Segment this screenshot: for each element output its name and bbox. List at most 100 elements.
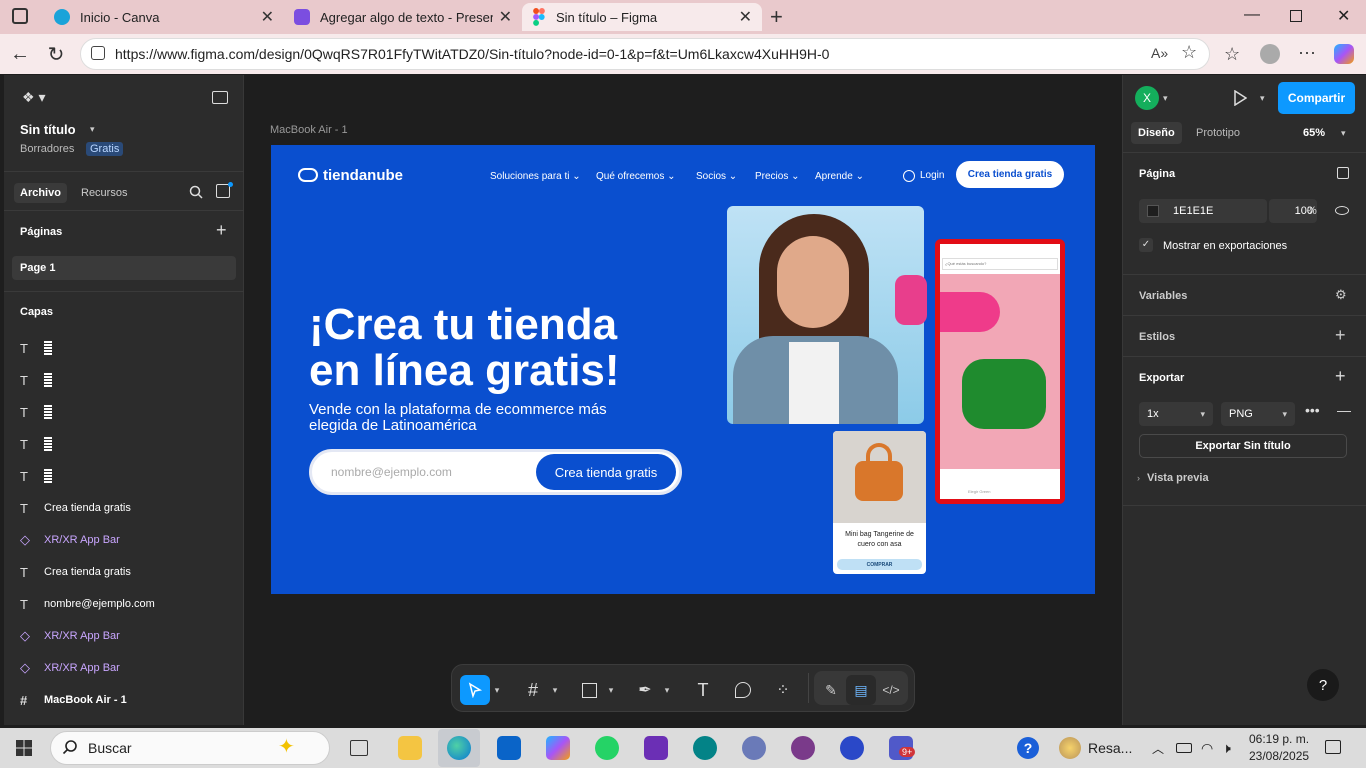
close-tab-icon[interactable]: ✕ [499,7,512,27]
layer-item[interactable]: T Crea tienda gratis [4,556,244,588]
nav-item[interactable]: Soluciones para ti ⌄ [490,171,581,182]
pen-chevron-icon[interactable]: ▾ [660,675,674,705]
avatar-chevron-icon[interactable]: ▾ [1163,93,1168,104]
copilot-icon[interactable] [1334,44,1354,64]
close-window-button[interactable]: ✕ [1337,6,1350,26]
present-icon[interactable] [1233,90,1247,106]
crest-app-icon[interactable] [791,736,815,760]
form-cta-button[interactable]: Crea tienda gratis [536,454,676,490]
favorites-icon[interactable]: ☆ [1224,44,1240,65]
actions-icon[interactable]: ⁘ [768,675,798,705]
share-button[interactable]: Compartir [1278,82,1355,114]
zoom-level[interactable]: 65% [1303,127,1325,139]
help-button[interactable]: ? [1307,669,1339,701]
toggle-sidebar-icon[interactable] [212,91,228,104]
close-tab-icon[interactable]: ✕ [261,7,274,27]
edge-browser-icon[interactable] [447,736,471,760]
task-view-icon[interactable] [350,740,368,756]
file-name[interactable]: Sin título [20,122,76,137]
move-icon[interactable] [460,675,490,705]
browser-tab-presentation[interactable]: Agregar algo de texto - Presentac ✕ [284,3,522,31]
product-buy-button[interactable]: COMPRAR [837,559,922,570]
export-button[interactable]: Exportar Sin título [1139,434,1347,458]
code-icon[interactable]: </> [876,675,906,705]
bg-color-field[interactable]: 1E1E1E [1139,199,1267,223]
address-bar[interactable]: https://www.figma.com/design/0QwqRS7R01F… [80,38,1210,70]
new-tab-button[interactable]: + [770,4,783,30]
add-page-icon[interactable]: + [216,220,227,241]
move-chevron-icon[interactable]: ▾ [490,675,504,705]
export-options-icon[interactable]: ••• [1305,402,1320,418]
nav-item[interactable]: Socios ⌄ [696,171,737,182]
read-aloud-icon[interactable]: A» [1151,45,1168,61]
nav-login[interactable]: Login [920,170,944,181]
weather-label[interactable]: Resa... [1088,740,1132,756]
tab-resources[interactable]: Recursos [81,187,127,199]
visibility-eye-icon[interactable] [1335,206,1349,215]
comment-icon[interactable] [728,675,758,705]
copilot-app-icon[interactable] [546,736,570,760]
top-cta-button[interactable]: Crea tienda gratis [956,161,1064,188]
frame-chevron-icon[interactable]: ▾ [548,675,562,705]
text-tool-icon[interactable]: T [688,675,718,705]
whatsapp-icon[interactable] [595,736,619,760]
add-style-icon[interactable]: + [1335,325,1346,346]
layer-item[interactable]: T [4,396,244,428]
maximize-button[interactable] [1290,10,1302,22]
close-tab-icon[interactable]: ✕ [739,7,752,27]
nav-item[interactable]: Precios ⌄ [755,171,800,182]
rectangle-icon[interactable] [574,675,604,705]
browser-menu-icon[interactable]: ··· [1298,42,1316,63]
search-icon[interactable] [189,185,203,199]
back-button[interactable]: ← [6,40,34,68]
tab-actions-icon[interactable] [12,8,28,24]
minimize-button[interactable]: — [1244,6,1260,24]
pen-icon[interactable]: ✒ [630,675,660,705]
volume-icon[interactable]: 🕨 [1222,740,1231,757]
clock-date[interactable]: 23/08/2025 [1249,749,1309,763]
file-name-chevron-icon[interactable]: ▾ [90,124,95,135]
tab-design[interactable]: Diseño [1131,122,1182,144]
favorite-star-icon[interactable]: ☆ [1181,42,1197,63]
browser-tab-figma[interactable]: Sin título – Figma ✕ [522,3,762,31]
remove-export-icon[interactable]: — [1337,402,1351,418]
layer-item[interactable]: ◇ XR/XR App Bar [4,652,244,684]
battery-icon[interactable] [1176,743,1192,753]
layer-item[interactable]: # MacBook Air - 1 [4,684,244,716]
frame-label[interactable]: MacBook Air - 1 [270,124,348,136]
tab-file[interactable]: Archivo [14,183,67,203]
sketch-app-icon[interactable] [840,736,864,760]
windows-start-icon[interactable] [16,740,32,756]
nav-item[interactable]: Qué ofrecemos ⌄ [596,171,676,182]
browser-tab-canva[interactable]: Inicio - Canva ✕ [44,3,284,31]
layer-item[interactable]: T [4,428,244,460]
outlook-icon[interactable] [497,736,521,760]
layer-item[interactable]: ◇ XR/XR App Bar [4,620,244,652]
user-avatar[interactable]: X [1135,86,1159,110]
shield-app-icon[interactable] [644,736,668,760]
present-chevron-icon[interactable]: ▾ [1260,93,1265,104]
add-export-icon[interactable]: + [1335,366,1346,387]
profile-avatar[interactable] [1260,44,1280,64]
page-settings-icon[interactable] [1337,167,1349,179]
macbook-frame[interactable]: tiendanube Login Crea tienda gratis ¡Cre… [271,145,1095,594]
layer-item[interactable]: T [4,364,244,396]
draw-icon[interactable]: ✎ [816,675,846,705]
weather-icon[interactable] [1059,737,1081,759]
file-explorer-icon[interactable] [398,736,422,760]
layer-item[interactable]: Tnombre@ejemplo.com [4,588,244,620]
sharepoint-icon[interactable] [693,736,717,760]
wifi-icon[interactable]: ◠ [1201,740,1213,757]
preview-chevron-icon[interactable]: › [1137,473,1140,483]
layer-item[interactable]: T [4,332,244,364]
nav-item[interactable]: Aprende ⌄ [815,171,864,182]
frame-tool-icon[interactable]: # [518,675,548,705]
tray-chevron-icon[interactable]: ︿ [1152,740,1164,757]
export-scale-select[interactable]: 1x ▾ [1139,402,1213,426]
drafts-link[interactable]: Borradores [20,143,74,155]
email-input[interactable]: nombre@ejemplo.com [331,465,452,479]
layer-item[interactable]: T [4,460,244,492]
figma-menu-icon[interactable]: ❖ ▾ [22,89,45,106]
tab-prototype[interactable]: Prototipo [1196,127,1240,139]
preview-toggle[interactable]: Vista previa [1147,472,1209,484]
